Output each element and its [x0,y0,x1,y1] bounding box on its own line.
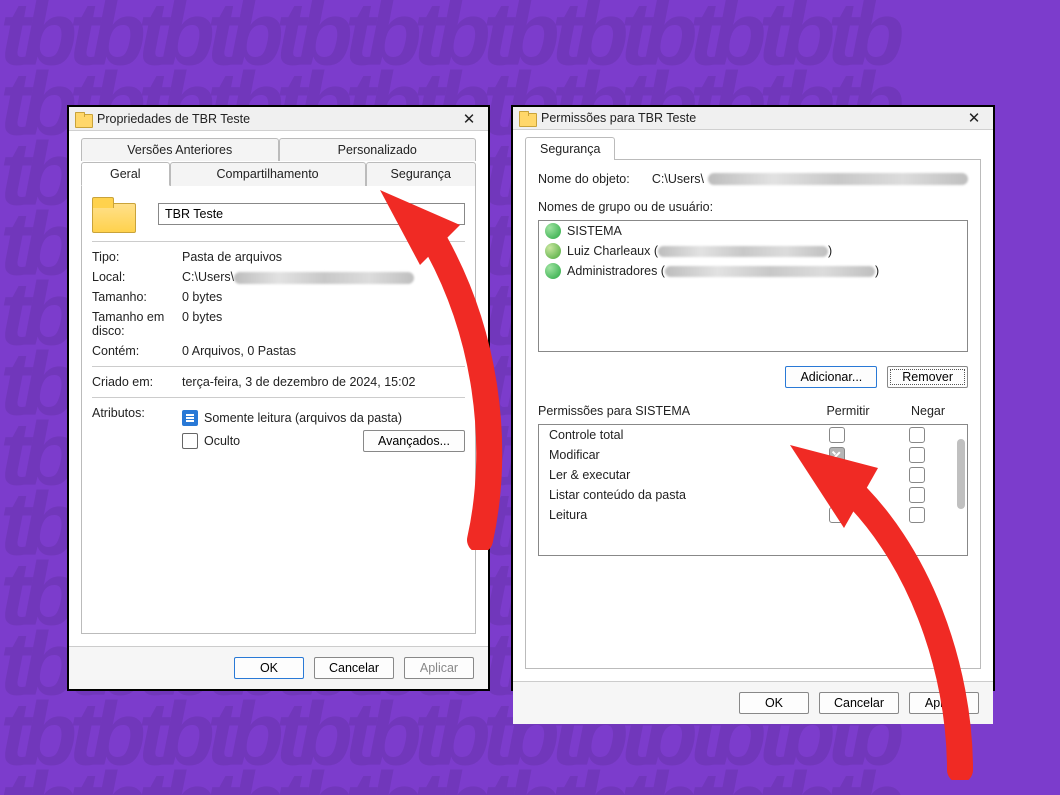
perm-row-controle-total: Controle total [539,425,967,445]
titlebar[interactable]: Permissões para TBR Teste ✕ [513,107,993,130]
value-criado: terça-feira, 3 de dezembro de 2024, 15:0… [182,375,465,389]
dialog-button-bar: OK Cancelar Aplicar [69,646,488,689]
close-icon[interactable]: ✕ [961,107,987,129]
list-item-admins[interactable]: Administradores () [539,261,967,281]
list-item-label: Administradores () [567,264,879,278]
label-local: Local: [92,270,182,284]
window-title: Propriedades de TBR Teste [97,112,456,126]
group-listbox[interactable]: SISTEMA Luiz Charleaux () Administradore… [538,220,968,352]
perm-row-leitura: Leitura [539,505,967,525]
value-tamanho: 0 bytes [182,290,465,304]
tab-panel-seguranca: Nome do objeto: C:\Users\ Nomes de grupo… [525,159,981,669]
cancel-button[interactable]: Cancelar [819,692,899,714]
ok-button[interactable]: OK [234,657,304,679]
perm-label: Ler & executar [549,468,630,482]
ok-button[interactable]: OK [739,692,809,714]
checkbox-deny[interactable] [909,447,925,463]
checkbox-allow[interactable] [829,447,845,463]
perm-label: Controle total [549,428,623,442]
label-criado: Criado em: [92,375,182,389]
titlebar[interactable]: Propriedades de TBR Teste ✕ [69,107,488,131]
checkbox-allow[interactable] [829,427,845,443]
col-header-allow: Permitir [808,404,888,418]
folder-icon [75,112,91,126]
redacted-path [234,272,414,284]
label-tamanho: Tamanho: [92,290,182,304]
advanced-button[interactable]: Avançados... [363,430,465,452]
dialog-button-bar: OK Cancelar Aplicar [513,681,993,724]
tab-versoes-anteriores[interactable]: Versões Anteriores [81,138,279,161]
perm-label: Modificar [549,448,600,462]
tab-row-bottom: Geral Compartilhamento Segurança [81,161,476,185]
tab-personalizado[interactable]: Personalizado [279,138,477,161]
label-readonly: Somente leitura (arquivos da pasta) [204,411,402,425]
scrollbar-thumb[interactable] [957,439,965,509]
value-contem: 0 Arquivos, 0 Pastas [182,344,465,358]
value-object-name: C:\Users\ [652,172,968,186]
user-icon [545,243,561,259]
redacted-name [658,246,828,257]
perm-row-listar: Listar conteúdo da pasta [539,485,967,505]
tab-seguranca[interactable]: Segurança [366,162,476,186]
tab-row-top: Versões Anteriores Personalizado [81,137,476,161]
checkbox-deny[interactable] [909,507,925,523]
checkbox-deny[interactable] [909,427,925,443]
properties-dialog-frame: Propriedades de TBR Teste ✕ Versões Ante… [67,105,490,691]
label-tipo: Tipo: [92,250,182,264]
value-tamanho-disco: 0 bytes [182,310,465,338]
perm-row-modificar: Modificar [539,445,967,465]
checkbox-hidden[interactable] [182,433,198,449]
folder-name-input[interactable] [158,203,465,225]
remove-button[interactable]: Remover [887,366,968,388]
checkbox-deny[interactable] [909,487,925,503]
close-icon[interactable]: ✕ [456,108,482,130]
label-hidden: Oculto [204,434,240,448]
group-icon [545,263,561,279]
label-groups: Nomes de grupo ou de usuário: [538,200,968,214]
tab-compartilhamento[interactable]: Compartilhamento [170,162,366,186]
permissions-listbox[interactable]: Controle total Modificar Ler & executar [538,424,968,556]
perm-row-ler-executar: Ler & executar [539,465,967,485]
label-permissions-for: Permissões para SISTEMA [538,404,690,418]
col-header-deny: Negar [888,404,968,418]
checkbox-allow[interactable] [829,467,845,483]
tab-seguranca[interactable]: Segurança [525,137,615,160]
list-item-label: Luiz Charleaux () [567,244,832,258]
redacted-name [665,266,875,277]
apply-button[interactable]: Aplicar [404,657,474,679]
cancel-button[interactable]: Cancelar [314,657,394,679]
list-item-user[interactable]: Luiz Charleaux () [539,241,967,261]
label-contem: Contém: [92,344,182,358]
checkbox-allow[interactable] [829,507,845,523]
label-tamanho-disco: Tamanho em disco: [92,310,182,338]
checkbox-deny[interactable] [909,467,925,483]
folder-large-icon [92,197,134,231]
redacted-path [708,173,968,185]
tab-geral[interactable]: Geral [81,162,170,186]
list-item-sistema[interactable]: SISTEMA [539,221,967,241]
add-button[interactable]: Adicionar... [785,366,877,388]
group-icon [545,223,561,239]
permissions-dialog-frame: Permissões para TBR Teste ✕ Segurança No… [511,105,995,691]
permissions-header: Permissões para SISTEMA Permitir Negar [538,404,968,418]
checkbox-readonly[interactable] [182,410,198,426]
window-title: Permissões para TBR Teste [541,111,961,125]
perm-label: Listar conteúdo da pasta [549,488,686,502]
checkbox-allow[interactable] [829,487,845,503]
value-tipo: Pasta de arquivos [182,250,465,264]
apply-button[interactable]: Aplicar [909,692,979,714]
value-local: C:\Users\ [182,270,465,284]
perm-label: Leitura [549,508,587,522]
folder-icon [519,111,535,125]
label-object-name: Nome do objeto: [538,172,652,186]
tab-panel-geral: Tipo: Pasta de arquivos Local: C:\Users\… [81,185,476,634]
label-atributos: Atributos: [92,406,182,456]
list-item-label: SISTEMA [567,224,622,238]
